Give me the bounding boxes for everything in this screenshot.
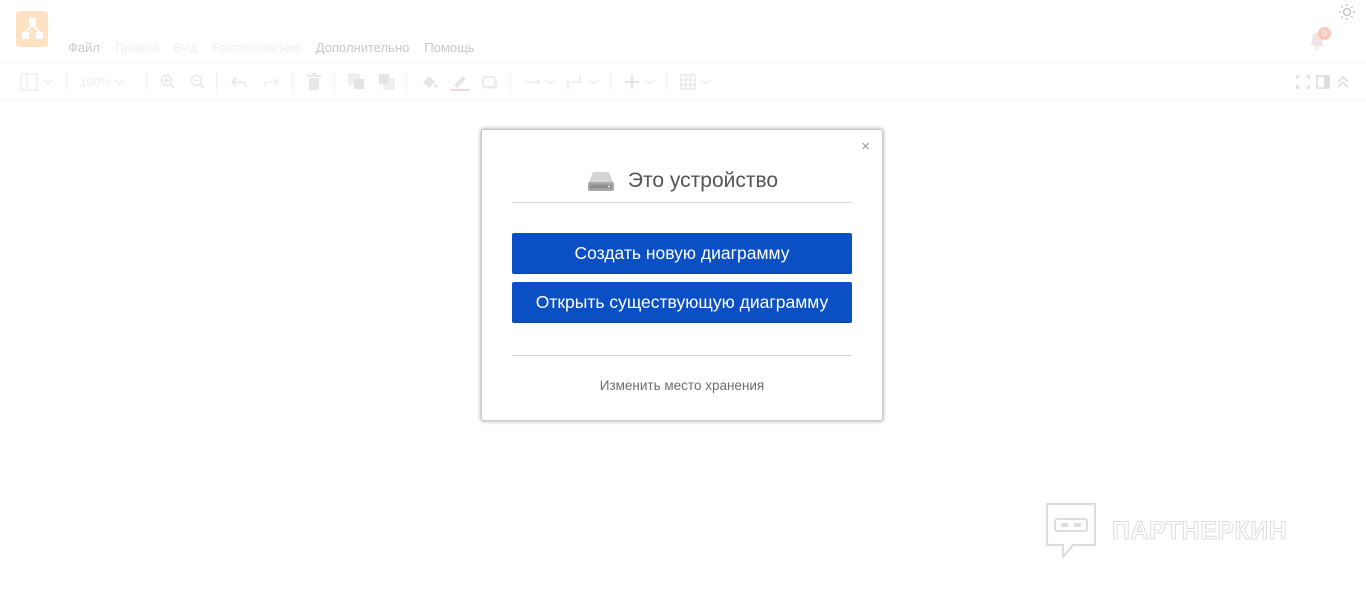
toolbar-divider: [406, 71, 407, 93]
partnerkin-logo-icon: [1044, 501, 1098, 561]
menu-file[interactable]: Файл: [68, 39, 115, 57]
toolbar-divider: [66, 71, 67, 93]
redo-icon[interactable]: [262, 73, 280, 91]
menu-arrange[interactable]: Расположение: [212, 39, 315, 57]
open-diagram-button[interactable]: Открыть существующую диаграмму: [512, 282, 852, 323]
watermark: ПАРТНЕРКИН: [1044, 501, 1287, 561]
toolbar-divider: [334, 71, 335, 93]
dialog-title: Это устройство: [627, 169, 779, 192]
toolbar: 100%: [0, 62, 1366, 100]
sun-icon[interactable]: [1338, 3, 1356, 21]
format-panel-icon[interactable]: [1316, 73, 1330, 91]
sidebar-toggle-icon[interactable]: [20, 73, 54, 91]
dialog-header: Это устройство: [512, 160, 852, 202]
zoom-select[interactable]: 100%: [80, 73, 125, 91]
zoom-out-icon[interactable]: [190, 73, 206, 91]
toolbar-divider: [510, 71, 511, 93]
shadow-icon[interactable]: [482, 73, 498, 91]
fill-color-icon[interactable]: [420, 73, 438, 91]
fullscreen-icon[interactable]: [1296, 73, 1310, 91]
zoom-in-icon[interactable]: [160, 73, 176, 91]
menu-view[interactable]: Вид: [174, 39, 213, 57]
zoom-value: 100%: [80, 75, 111, 89]
toolbar-divider: [146, 71, 147, 93]
hard-drive-icon: [586, 169, 616, 193]
create-diagram-button[interactable]: Создать новую диаграмму: [512, 233, 852, 274]
line-color-icon[interactable]: [450, 73, 470, 91]
waypoints-icon[interactable]: [566, 73, 602, 91]
toolbar-divider: [292, 71, 293, 93]
to-back-icon[interactable]: [378, 73, 396, 91]
table-icon[interactable]: [680, 73, 714, 91]
delete-icon[interactable]: [306, 73, 322, 91]
drawio-logo-icon: [16, 11, 48, 47]
connection-icon[interactable]: [524, 73, 556, 91]
to-front-icon[interactable]: [348, 73, 366, 91]
insert-icon[interactable]: [624, 73, 658, 91]
collapse-icon[interactable]: [1336, 73, 1350, 91]
notification-badge: 0: [1318, 27, 1331, 40]
menu-help[interactable]: Помощь: [424, 39, 489, 57]
menu-bar: Файл Правка Вид Расположение Дополнитель…: [68, 39, 490, 57]
change-storage-link[interactable]: Изменить место хранения: [512, 378, 852, 393]
chevron-down-icon: [114, 79, 124, 85]
toolbar-divider: [610, 71, 611, 93]
close-button[interactable]: ×: [861, 139, 870, 155]
undo-icon[interactable]: [230, 73, 248, 91]
menu-edit[interactable]: Правка: [115, 39, 174, 57]
dialog-divider: [512, 202, 852, 203]
toolbar-divider: [666, 71, 667, 93]
toolbar-divider: [216, 71, 217, 93]
menu-extras[interactable]: Дополнительно: [316, 39, 425, 57]
watermark-text: ПАРТНЕРКИН: [1111, 516, 1288, 545]
storage-dialog: × Это устройство Создать новую диаграмму…: [481, 129, 883, 421]
dialog-divider: [512, 355, 852, 356]
